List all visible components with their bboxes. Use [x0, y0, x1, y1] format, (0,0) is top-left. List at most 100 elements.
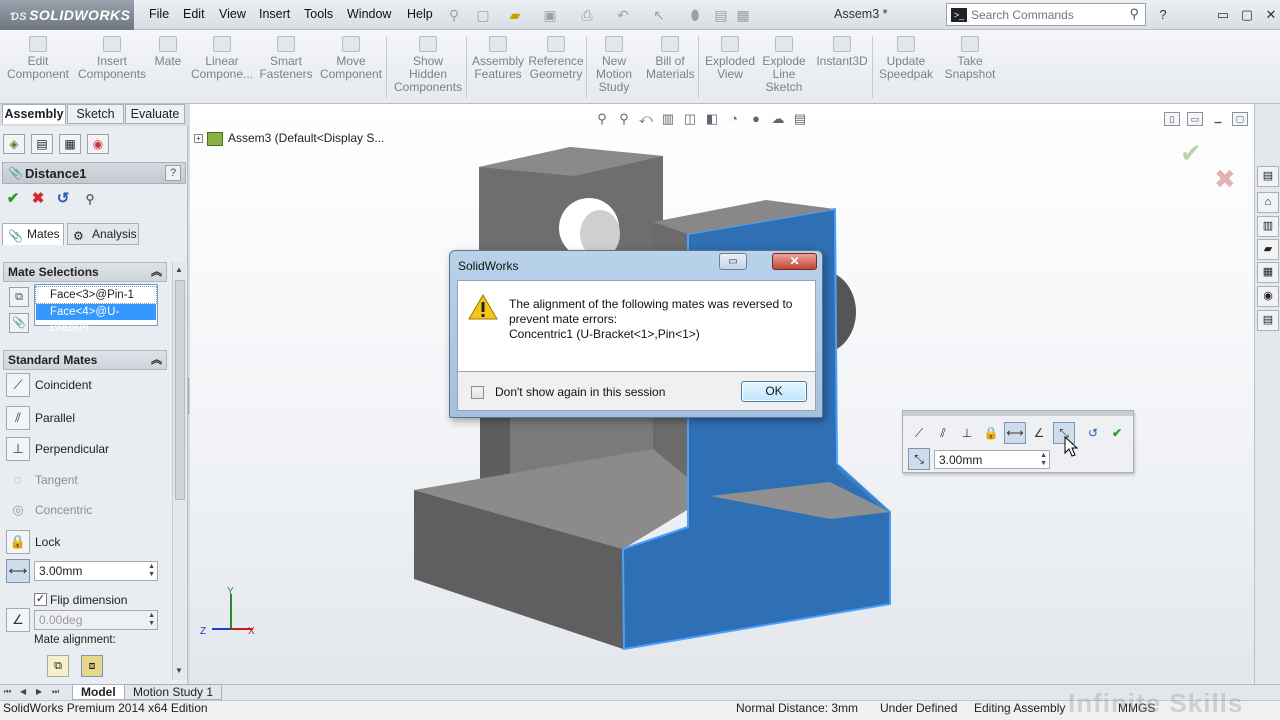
undo-icon[interactable]: ↺ — [53, 190, 73, 208]
solidworks-resources-icon[interactable]: ⌂ — [1257, 192, 1279, 213]
property-manager-tab-icon[interactable]: ▤ — [31, 134, 53, 154]
spin-arrows-icon[interactable]: ▲ ▼ — [148, 563, 155, 579]
flip-dimension-checkbox[interactable]: ✓ — [34, 593, 47, 606]
pin-menu-icon[interactable]: ⚲ — [445, 6, 463, 24]
feature-manager-tab-icon[interactable]: ◈ — [3, 134, 25, 154]
flip-dimension-icon[interactable]: ⤡ — [908, 448, 930, 470]
ok-check-icon[interactable]: ✔ — [1106, 422, 1128, 444]
open-folder-icon[interactable]: ▰ — [506, 6, 524, 24]
lock-mate[interactable]: 🔒 Lock — [6, 530, 166, 554]
motion-study-button[interactable]: New Motion Study — [592, 32, 636, 102]
last-tab-icon[interactable]: ⏭ — [52, 686, 62, 698]
search-commands-box[interactable]: >_ ⚲ — [946, 3, 1146, 26]
list-item[interactable]: Face<4>@U-Bracket — [36, 304, 156, 334]
menu-file[interactable]: File — [149, 7, 169, 21]
prev-tab-icon[interactable]: ◀ — [20, 686, 30, 698]
ok-button[interactable]: OK — [741, 381, 807, 402]
undo-icon[interactable]: ↺ — [1082, 422, 1104, 444]
tab-analysis[interactable]: ⚙ Analysis — [67, 223, 139, 245]
aligned-button-icon[interactable]: ⧉ — [47, 655, 69, 677]
view-orientation-icon[interactable]: ◫ — [680, 109, 700, 129]
expand-icon[interactable]: + — [194, 134, 203, 144]
help-icon[interactable]: ? — [1154, 6, 1172, 24]
ok-check-icon[interactable]: ✔ — [3, 190, 23, 208]
dialog-minimize-icon[interactable]: ▭ — [719, 253, 747, 270]
new-document-icon[interactable]: ▢ — [474, 6, 492, 24]
viewport-minimize-icon[interactable]: ▁ — [1210, 112, 1226, 126]
collapse-chevron-icon[interactable]: ︽ — [151, 263, 162, 281]
menu-tools[interactable]: Tools — [304, 7, 333, 21]
angle-mate[interactable]: ∠ 0.00deg ▲ ▼ — [6, 608, 166, 632]
move-component-button[interactable]: Move Component — [318, 32, 384, 102]
list-item[interactable]: Face<3>@Pin-1 — [35, 286, 157, 304]
perpendicular-mate[interactable]: ⊥ Perpendicular — [6, 437, 166, 461]
undo-icon[interactable]: ↶ — [614, 6, 632, 24]
menu-help[interactable]: Help — [407, 7, 433, 21]
previous-view-icon[interactable]: ⤺ — [636, 109, 656, 129]
confirmation-cancel-icon[interactable]: ✖ — [1214, 164, 1236, 195]
exploded-view-button[interactable]: Exploded View — [704, 32, 756, 102]
hide-show-items-icon[interactable]: ◔ — [724, 109, 744, 129]
show-hidden-button[interactable]: Show Hidden Components — [394, 32, 462, 102]
design-library-icon[interactable]: ▥ — [1257, 216, 1279, 237]
instant3d-button[interactable]: Instant3D — [814, 32, 870, 102]
tab-model[interactable]: Model — [72, 684, 125, 700]
scroll-thumb[interactable] — [175, 280, 185, 500]
viewport-restore-icon[interactable]: ▢ — [1232, 112, 1248, 126]
pushpin-icon[interactable]: ⚲ — [80, 190, 100, 208]
task-pane-collapse-icon[interactable]: ▤ — [1257, 166, 1279, 187]
speedpak-button[interactable]: Update Speedpak — [878, 32, 934, 102]
perpendicular-icon[interactable]: ⊥ — [956, 422, 978, 444]
search-input[interactable] — [971, 6, 1121, 23]
standard-mates-header[interactable]: Standard Mates ︽ — [3, 350, 167, 370]
view-palette-icon[interactable]: ▦ — [1257, 262, 1279, 283]
parallel-icon[interactable]: ⫽ — [932, 422, 954, 444]
display-style-icon[interactable]: ◧ — [702, 109, 722, 129]
collapse-chevron-icon[interactable]: ︽ — [151, 351, 162, 369]
insert-components-button[interactable]: Insert Components — [78, 32, 146, 102]
file-properties-icon[interactable]: ▤ — [712, 6, 730, 24]
parallel-mate[interactable]: ⫽ Parallel — [6, 406, 166, 430]
menu-view[interactable]: View — [219, 7, 246, 21]
solidworks-logo[interactable]: ƊS SOLIDWORKS — [0, 0, 134, 30]
menu-insert[interactable]: Insert — [259, 7, 290, 21]
search-icon[interactable]: ⚲ — [1129, 6, 1139, 22]
panel-scrollbar[interactable]: ▲ ▼ — [172, 262, 186, 680]
rebuild-icon[interactable]: ⬮ — [686, 6, 704, 24]
scene-icon[interactable]: ☁ — [768, 109, 788, 129]
confirmation-ok-icon[interactable]: ✔ — [1180, 138, 1202, 169]
edit-component-button[interactable]: Edit Component — [6, 32, 70, 102]
reference-geometry-button[interactable]: Reference Geometry — [528, 32, 584, 102]
distance-mate[interactable]: ⟷ 3.00mm ▲ ▼ — [6, 559, 166, 583]
explode-line-button[interactable]: Explode Line Sketch — [760, 32, 808, 102]
print-icon[interactable]: ⎙ — [578, 6, 596, 24]
options-icon[interactable]: ▦ — [734, 6, 752, 24]
cancel-x-icon[interactable]: ✖ — [28, 190, 48, 208]
feature-tree-root[interactable]: + Assem3 (Default<Display S... — [194, 131, 384, 146]
file-explorer-icon[interactable]: ▰ — [1257, 239, 1279, 260]
first-tab-icon[interactable]: ⏮ — [4, 686, 14, 698]
tab-motion-study[interactable]: Motion Study 1 — [124, 684, 223, 700]
section-view-icon[interactable]: ▥ — [658, 109, 678, 129]
tab-assembly[interactable]: Assembly — [2, 104, 66, 124]
mate-button[interactable]: Mate — [150, 32, 186, 102]
appearances-icon[interactable]: ◉ — [1257, 286, 1279, 307]
zoom-to-fit-icon[interactable]: ⚲ — [592, 109, 612, 129]
angle-icon[interactable]: ∠ — [1028, 422, 1050, 444]
distance-field[interactable]: 3.00mm ▲ ▼ — [34, 561, 158, 581]
help-icon[interactable]: ? — [165, 165, 181, 181]
scroll-up-icon[interactable]: ▲ — [175, 265, 183, 274]
dont-show-again-label[interactable]: Don't show again in this session — [495, 385, 665, 399]
scroll-down-icon[interactable]: ▼ — [175, 666, 183, 675]
spin-arrows-icon[interactable]: ▲ ▼ — [1040, 452, 1047, 468]
restore-icon[interactable]: ▢ — [1238, 6, 1256, 24]
appearance-icon[interactable]: ● — [746, 109, 766, 129]
mate-selections-list[interactable]: Face<3>@Pin-1 Face<4>@U-Bracket — [34, 284, 158, 334]
tab-mates[interactable]: 📎 Mates — [2, 223, 64, 245]
bom-button[interactable]: Bill of Materials — [646, 32, 695, 102]
custom-properties-icon[interactable]: ▤ — [1257, 310, 1279, 331]
coincident-icon[interactable]: ⟋ — [908, 422, 930, 444]
minimize-icon[interactable]: ▭ — [1214, 6, 1232, 24]
menu-edit[interactable]: Edit — [183, 7, 205, 21]
display-manager-tab-icon[interactable]: ◉ — [87, 134, 109, 154]
